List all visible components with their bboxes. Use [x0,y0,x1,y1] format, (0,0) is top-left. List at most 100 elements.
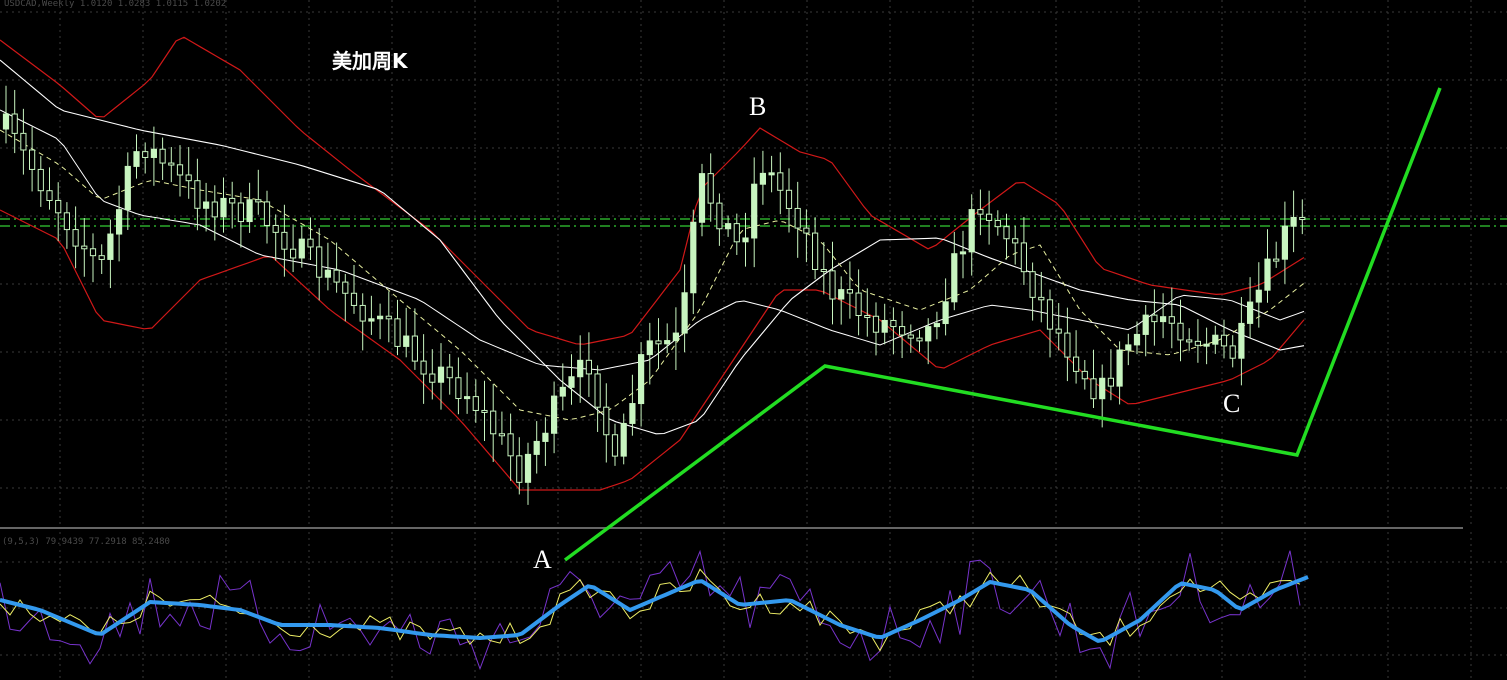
candle-body [594,373,601,408]
candle-body [846,289,853,294]
candle-body [1238,322,1245,359]
candle-body [142,151,149,158]
candle-body [437,366,445,383]
candle-body [751,183,758,239]
candle-body [698,173,706,223]
candle-body [255,199,262,203]
candle-body [168,162,175,166]
candle-body [672,332,679,342]
candle-body [350,292,358,306]
candle-body [194,180,201,209]
candle-body [733,223,740,243]
candle-body [298,238,305,259]
candle-body [377,315,384,320]
price-chart: USDCAD,Weekly 1.0120 1.0283 1.0115 1.020… [0,0,1507,680]
candle-body [977,209,984,215]
candle-body [246,199,253,223]
candle-body [1264,258,1271,291]
candle-body [1255,289,1262,303]
candle-body [611,434,619,457]
candle-body [1125,344,1132,351]
candles [2,85,1306,505]
candle-body [994,219,1001,228]
candle-body [272,224,279,233]
candle-body [812,232,819,270]
candle-body [707,173,714,204]
candle-body [986,213,993,221]
candle-body [925,326,932,342]
candle-body [1055,328,1062,334]
candle-body [464,396,471,400]
candle-body [1003,226,1010,240]
candle-body [203,201,210,209]
candle-body [725,223,732,230]
candle-body [646,340,653,356]
candle-body [864,315,871,319]
candle-body [1281,225,1289,260]
candle-body [951,253,958,303]
candle-body [333,269,340,283]
candle-body [759,172,766,185]
candle-body [1073,356,1080,372]
candle-body [1194,340,1202,346]
candle-body [742,237,749,243]
candle-body [655,340,662,345]
candle-body [37,168,44,192]
candle-body [1203,343,1210,347]
candle-body [820,268,827,272]
candle-body [1046,299,1054,330]
candle-body [551,395,558,434]
candle-body [1029,271,1036,298]
candle-body [794,207,801,229]
candle-body [1090,378,1097,400]
candle-body [359,304,366,322]
candle-body [324,269,331,278]
moving-average [0,59,1305,435]
candle-body [603,406,610,436]
candle-body [263,201,271,226]
candle-body [11,113,18,134]
candle-body [1133,333,1141,346]
candle-body [420,360,427,375]
candle-body [63,212,71,231]
candle-body [899,326,906,336]
candle-body [533,440,540,455]
candle-body [577,359,584,378]
oscillator-header: (9,5,3) 79.9439 77.2918 85.2480 [2,537,170,547]
candle-body [890,319,897,328]
candle-body [681,292,688,334]
candle-body [133,151,140,167]
candle-body [446,366,453,379]
smooth-line [0,575,1309,643]
pattern-lines [563,87,1442,562]
candle-body [1012,238,1019,244]
candle-body [411,335,418,362]
candle-body [524,453,532,483]
dashed-mid-band [0,129,1305,421]
candle-body [855,292,862,317]
candle-body [1186,339,1193,343]
candle-body [881,319,888,333]
candle-body [385,315,392,320]
candle-body [829,270,836,300]
candle-body [785,189,793,209]
candle-body [481,409,488,413]
candle-body [585,359,592,375]
candle-body [942,301,949,325]
candle-body [498,433,505,437]
candle-body [507,433,514,457]
candle-body [620,422,627,457]
candle-body [237,202,245,223]
candle-body [1273,258,1280,262]
candle-body [777,172,784,191]
candle-body [1064,332,1071,358]
candle-body [159,148,166,164]
candle-body [838,289,845,300]
candle-body [559,386,566,397]
candle-body [1220,334,1228,347]
candle-body [368,318,375,322]
candle-body [211,201,218,218]
label-b: B [749,92,766,121]
candle-body [20,132,27,151]
candle-body [1116,349,1123,387]
